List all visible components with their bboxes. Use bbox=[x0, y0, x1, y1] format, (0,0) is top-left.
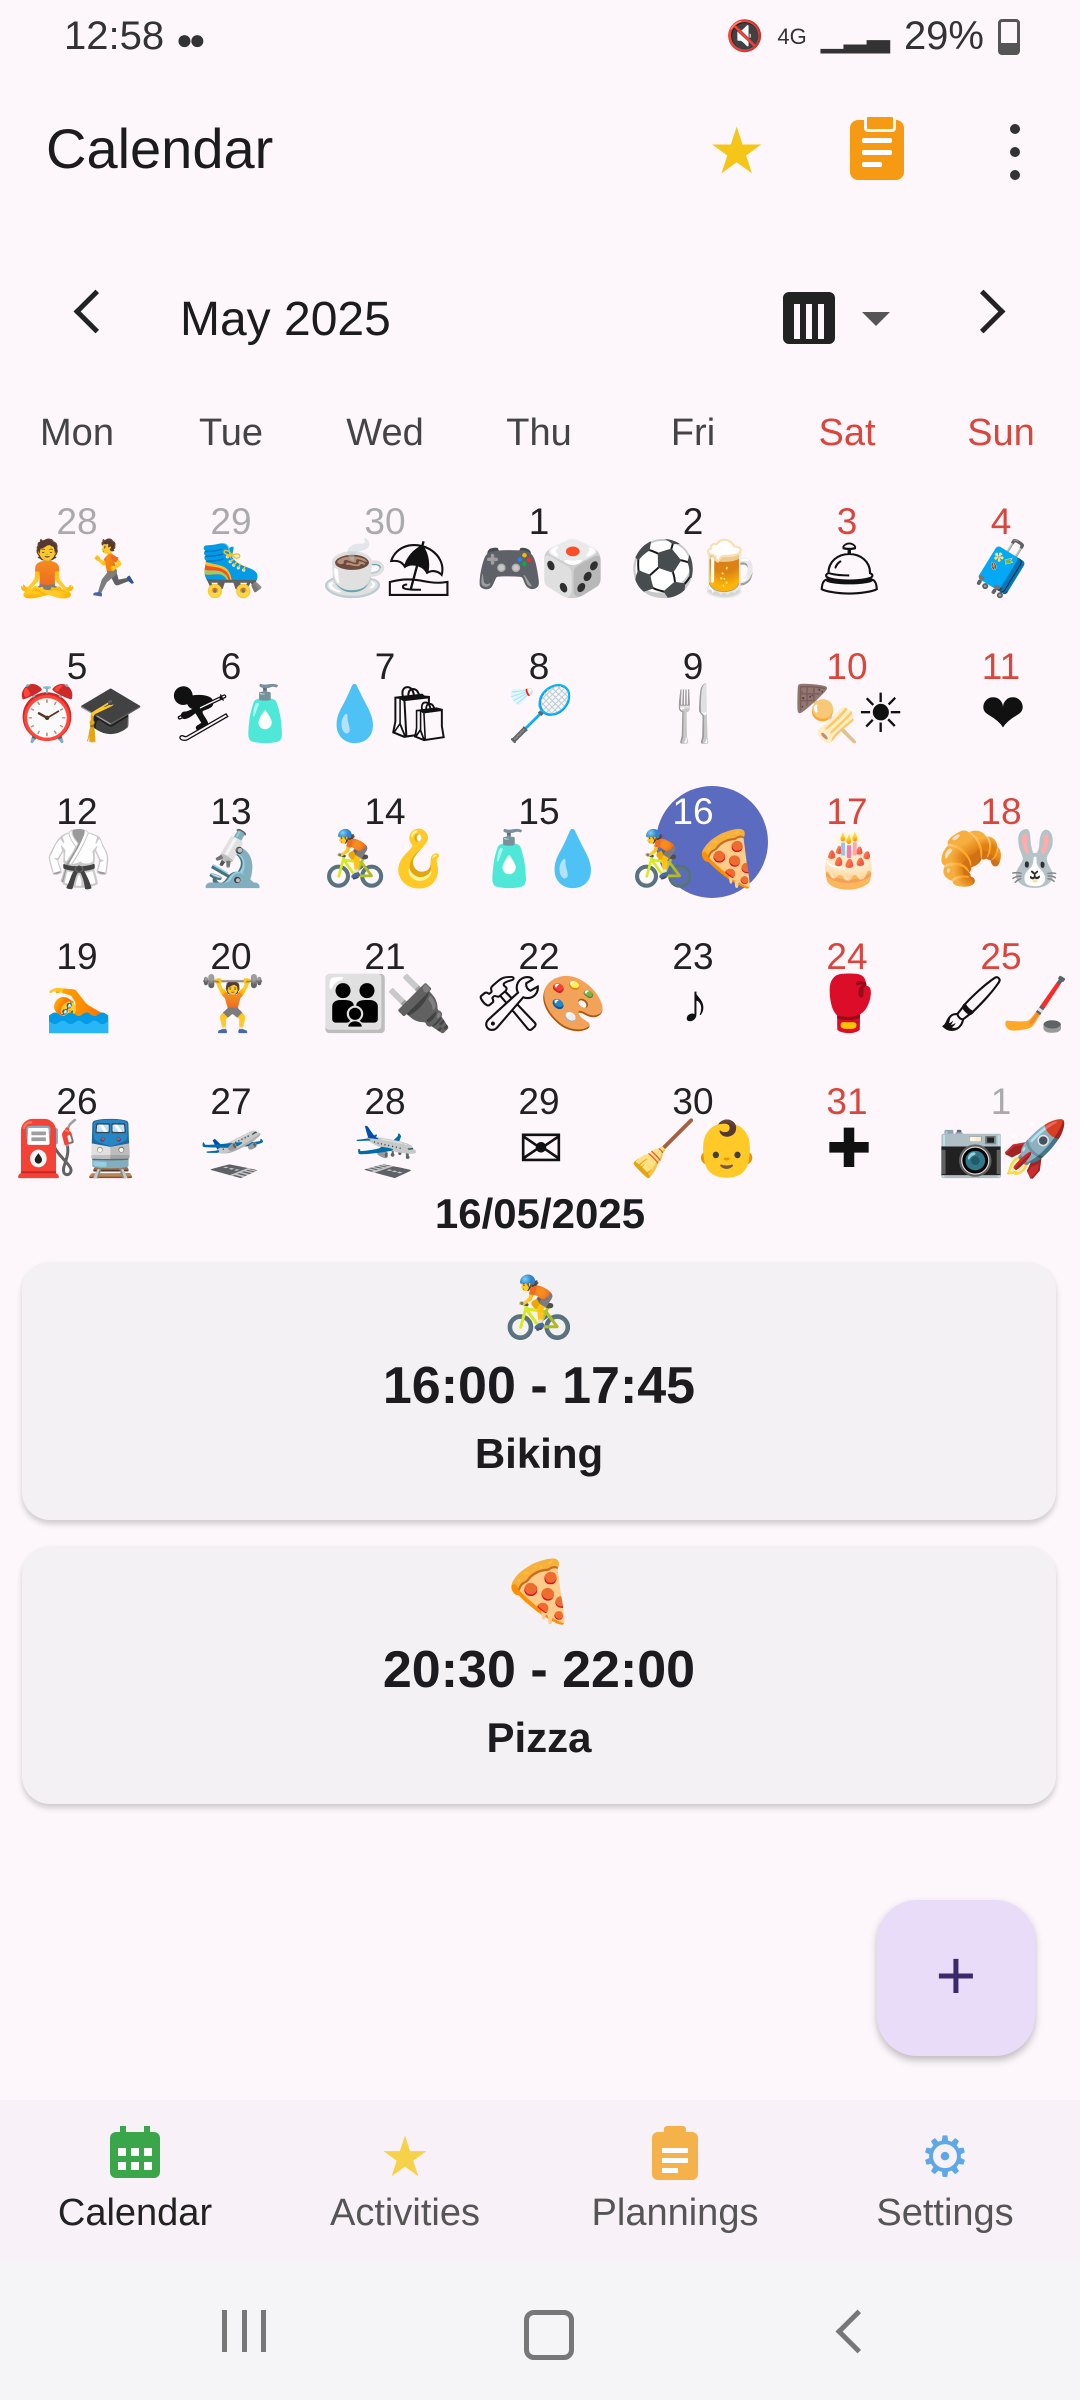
day-cell[interactable]: 1 🎮🎲 bbox=[462, 500, 616, 645]
previous-month-icon[interactable] bbox=[73, 289, 118, 334]
day-cell[interactable]: 12 🥋 bbox=[0, 790, 154, 935]
month-label: May 2025 bbox=[180, 293, 391, 346]
back-icon[interactable] bbox=[835, 2309, 880, 2354]
day-cell[interactable]: 14 🚴🪝 bbox=[308, 790, 462, 935]
nav-label: Settings bbox=[876, 2192, 1014, 2234]
calendar-week: 19 🏊 20 🏋 21 👪🔌 22 🛠🎨 23 ♪ 24 🥊 25 🖌🏒 bbox=[0, 935, 1080, 1080]
mute-icon: 🔇 bbox=[726, 20, 764, 53]
app-bar: Calendar ★ bbox=[0, 100, 1080, 200]
status-bar: 12:58 ●● 🔇 4G ▁▂▃ 29% bbox=[0, 0, 1080, 80]
event-time: 16:00 - 17:45 bbox=[382, 1357, 696, 1415]
calendar-week: 28 🧘🏃 29 🛼 30 ☕⛱ 1 🎮🎲 2 ⚽🍺 3 🛎 4 🧳 bbox=[0, 500, 1080, 645]
day-cell[interactable]: 21 👪🔌 bbox=[308, 935, 462, 1080]
system-navigation-bar bbox=[0, 2262, 1080, 2400]
weekday-header: Mon Tue Wed Thu Fri Sat Sun bbox=[0, 412, 1080, 455]
nav-label: Activities bbox=[330, 2192, 480, 2234]
weekday-label: Wed bbox=[346, 412, 424, 454]
weekday-label: Fri bbox=[670, 412, 716, 454]
star-icon[interactable]: ★ bbox=[708, 114, 765, 189]
day-cell[interactable]: 4 🧳 bbox=[924, 500, 1078, 645]
month-navigation: May 2025 bbox=[0, 278, 1080, 358]
signal-icon: ▁▂▃ bbox=[820, 20, 890, 53]
event-card[interactable]: 🍕 20:30 - 22:00 Pizza bbox=[22, 1546, 1056, 1804]
calendar-picker-icon[interactable] bbox=[783, 292, 835, 344]
nav-activities[interactable]: ★ Activities bbox=[270, 2100, 540, 2262]
recent-apps-icon[interactable] bbox=[222, 2310, 266, 2352]
day-cell[interactable]: 30 ☕⛱ bbox=[308, 500, 462, 645]
day-cell[interactable]: 22 🛠🎨 bbox=[462, 935, 616, 1080]
next-month-icon[interactable] bbox=[961, 289, 1006, 334]
pizza-icon: 🍕 bbox=[501, 1558, 577, 1625]
bike-icon: 🚴 bbox=[501, 1274, 577, 1341]
day-cell[interactable]: 15 🧴💧 bbox=[462, 790, 616, 935]
day-cell[interactable]: 25 🖌🏒 bbox=[924, 935, 1078, 1080]
day-cell[interactable]: 5 ⏰🎓 bbox=[0, 645, 154, 790]
weekday-label: Mon bbox=[40, 412, 114, 454]
day-cell[interactable]: 2 ⚽🍺 bbox=[616, 500, 770, 645]
day-cell[interactable]: 18 🥐🐰 bbox=[924, 790, 1078, 935]
weekday-label: Tue bbox=[198, 412, 264, 454]
weekday-label: Thu bbox=[506, 412, 572, 454]
bottom-navigation: Calendar ★ Activities Plannings ⚙ Settin… bbox=[0, 2100, 1080, 2262]
day-cell[interactable]: 28 🧘🏃 bbox=[0, 500, 154, 645]
day-cell[interactable]: 7 💧🛍 bbox=[308, 645, 462, 790]
day-cell[interactable]: 3 🛎 bbox=[770, 500, 924, 645]
battery-percent: 29% bbox=[903, 14, 984, 58]
day-cell[interactable]: 11 ❤ bbox=[924, 645, 1078, 790]
selected-date-label: 16/05/2025 bbox=[434, 1190, 646, 1237]
calendar-week: 12 🥋 13 🔬 14 🚴🪝 15 🧴💧 16 🚴🍕 17 🎂 18 🥐🐰 bbox=[0, 786, 1080, 935]
nav-label: Plannings bbox=[591, 2192, 759, 2234]
battery-icon bbox=[998, 18, 1020, 55]
weekday-label: Sat bbox=[818, 412, 876, 454]
day-cell-selected[interactable]: 16 🚴🍕 bbox=[616, 786, 770, 935]
calendar-week: 5 ⏰🎓 6 ⛷🧴 7 💧🛍 8 🏸 9 🍴 10 🍢☀ 11 ❤ bbox=[0, 645, 1080, 790]
dropdown-arrow-icon[interactable] bbox=[862, 312, 890, 326]
clipboard-icon[interactable] bbox=[850, 114, 904, 180]
status-right: 🔇 4G ▁▂▃ 29% bbox=[726, 14, 1020, 59]
day-cell[interactable]: 13 🔬 bbox=[154, 790, 308, 935]
day-cell[interactable]: 20 🏋 bbox=[154, 935, 308, 1080]
event-time: 20:30 - 22:00 bbox=[382, 1641, 696, 1699]
notifications-icon: ●● bbox=[176, 24, 206, 55]
star-icon: ★ bbox=[379, 2125, 431, 2188]
nav-plannings[interactable]: Plannings bbox=[540, 2100, 810, 2262]
network-4g-icon: 4G bbox=[777, 23, 807, 49]
event-name: Pizza bbox=[486, 1714, 592, 1761]
day-cell[interactable]: 24 🥊 bbox=[770, 935, 924, 1080]
calendar-icon bbox=[0, 2124, 270, 2186]
nav-calendar[interactable]: Calendar bbox=[0, 2100, 270, 2262]
nav-settings[interactable]: ⚙ Settings bbox=[810, 2100, 1080, 2262]
weekday-label: Sun bbox=[967, 412, 1035, 454]
add-event-button[interactable]: + bbox=[877, 1900, 1035, 2056]
home-icon[interactable] bbox=[524, 2310, 574, 2360]
day-cell[interactable]: 19 🏊 bbox=[0, 935, 154, 1080]
status-time: 12:58 bbox=[64, 14, 165, 58]
day-cell[interactable]: 17 🎂 bbox=[770, 790, 924, 935]
day-cell[interactable]: 8 🏸 bbox=[462, 645, 616, 790]
event-name: Biking bbox=[474, 1430, 604, 1477]
clipboard-icon bbox=[540, 2124, 810, 2186]
day-cell[interactable]: 29 🛼 bbox=[154, 500, 308, 645]
calendar-grid: 28 🧘🏃 29 🛼 30 ☕⛱ 1 🎮🎲 2 ⚽🍺 3 🛎 4 🧳 5 ⏰🎓 6 ⛷🧴 7 💧🛍 … bbox=[0, 500, 1080, 1225]
day-cell[interactable]: 9 🍴 bbox=[616, 645, 770, 790]
event-card[interactable]: 🚴 16:00 - 17:45 Biking bbox=[22, 1262, 1056, 1520]
day-cell[interactable]: 10 🍢☀ bbox=[770, 645, 924, 790]
more-vert-icon[interactable] bbox=[990, 124, 1040, 180]
nav-label: Calendar bbox=[57, 2192, 213, 2234]
page-title: Calendar bbox=[46, 117, 274, 180]
day-cell[interactable]: 6 ⛷🧴 bbox=[154, 645, 308, 790]
day-cell[interactable]: 23 ♪ bbox=[616, 935, 770, 1080]
gear-icon: ⚙ bbox=[919, 2125, 971, 2188]
